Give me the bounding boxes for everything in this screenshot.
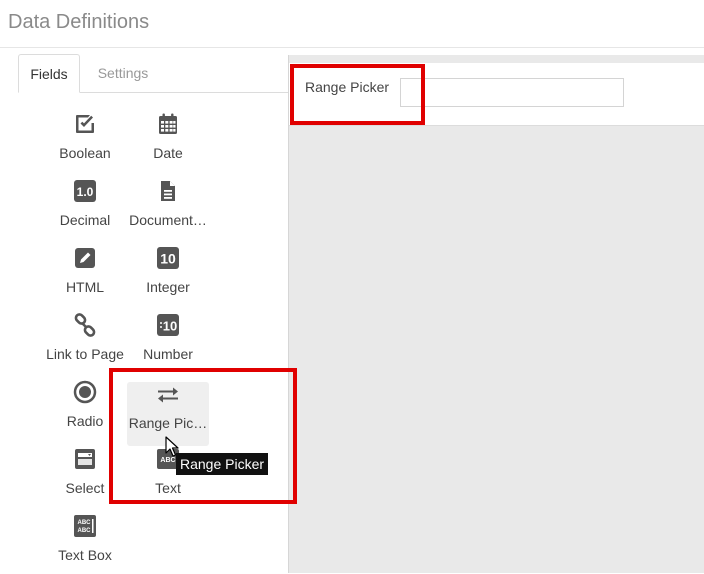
select-icon (73, 447, 97, 471)
form-field-label: Range Picker (305, 79, 390, 95)
field-decimal[interactable]: 1.0 Decimal (44, 175, 126, 239)
field-label: Date (153, 145, 183, 161)
form-field-range-picker[interactable]: Range Picker (289, 63, 704, 126)
decimal-icon: 1.0 (73, 179, 97, 203)
field-date[interactable]: Date (127, 108, 209, 172)
field-label: Integer (146, 279, 190, 295)
field-label: Number (143, 346, 193, 362)
tab-fields[interactable]: Fields (18, 54, 80, 93)
field-label: Text Box (58, 547, 112, 563)
pencil-icon (73, 246, 97, 270)
text-box-icon: ABC ABC (73, 514, 97, 538)
field-integer[interactable]: 10 Integer (127, 242, 209, 306)
sidebar-tabs: Fields Settings (18, 54, 288, 93)
field-radio[interactable]: Radio (44, 376, 126, 440)
field-text-box[interactable]: ABC ABC Text Box (44, 510, 126, 574)
page-title: Data Definitions (8, 11, 150, 33)
field-select[interactable]: Select (44, 443, 126, 507)
link-icon (73, 313, 97, 337)
form-builder-canvas[interactable]: Range Picker (288, 55, 704, 573)
tooltip: Range Picker (176, 453, 269, 475)
integer-icon: 10 (156, 246, 180, 270)
field-label: Range Pic… (128, 415, 208, 431)
svg-text:ABC: ABC (78, 520, 92, 526)
tab-settings[interactable]: Settings (80, 54, 166, 92)
range-picker-input[interactable] (400, 78, 624, 107)
field-document[interactable]: Document… (127, 175, 209, 239)
calendar-icon (156, 112, 180, 136)
document-icon (156, 179, 180, 203)
field-boolean[interactable]: Boolean (44, 108, 126, 172)
arrows-exchange-icon (156, 382, 180, 406)
field-label: Text (155, 480, 181, 496)
field-html[interactable]: HTML (44, 242, 126, 306)
svg-text:1.0: 1.0 (77, 185, 94, 199)
field-link-to-page[interactable]: Link to Page (44, 309, 126, 373)
checkbox-icon (73, 112, 97, 136)
page-header: Data Definitions (0, 0, 704, 48)
mouse-pointer-icon (165, 436, 179, 463)
svg-text:ABC: ABC (78, 528, 92, 534)
svg-text:10: 10 (160, 251, 176, 267)
svg-text:10: 10 (163, 319, 177, 334)
field-palette-sidebar: Fields Settings Boolean Date 1.0 Decimal… (0, 48, 288, 573)
field-number[interactable]: 10 Number (127, 309, 209, 373)
radio-icon (73, 380, 97, 404)
number-icon: 10 (156, 313, 180, 337)
field-label: Document… (129, 212, 207, 228)
